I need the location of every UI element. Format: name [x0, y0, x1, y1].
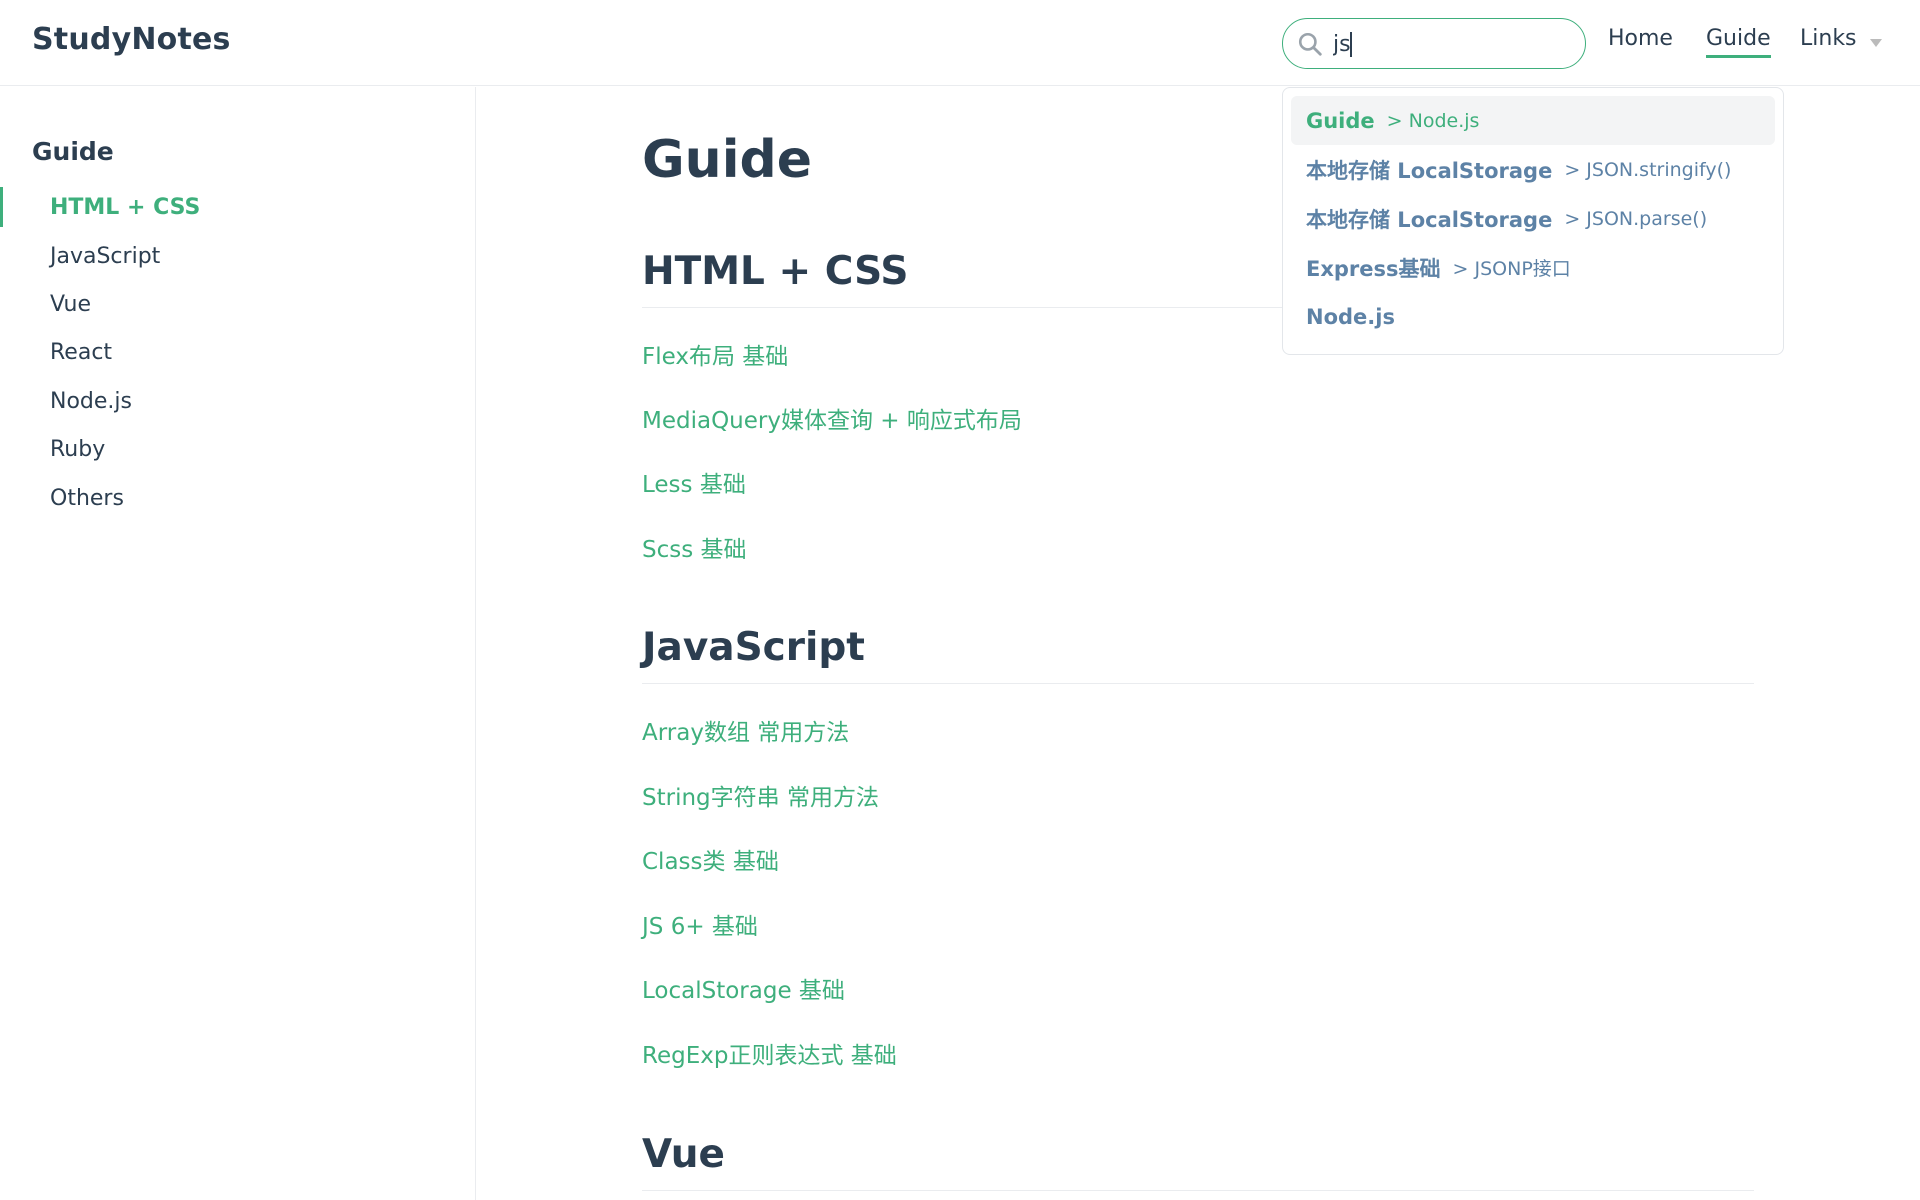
doc-link[interactable]: JS 6+ 基础 — [642, 907, 758, 941]
sidebar-item-html-css[interactable]: HTML + CSS — [0, 187, 475, 227]
doc-link[interactable]: RegExp正则表达式 基础 — [642, 1036, 897, 1070]
suggestion-item[interactable]: Node.js — [1291, 292, 1775, 341]
doc-link[interactable]: Flex布局 基础 — [642, 337, 788, 371]
sidebar-item-javascript[interactable]: JavaScript — [0, 236, 475, 276]
search-suggestions: Guide > Node.js 本地存储 LocalStorage > JSON… — [1282, 87, 1784, 355]
chevron-down-icon[interactable] — [1870, 39, 1882, 47]
suggestion-header: > JSONP接口 — [1452, 258, 1571, 280]
section-heading-vue: Vue — [642, 1131, 1754, 1191]
suggestion-page: Guide — [1306, 108, 1375, 133]
doc-link[interactable]: Less 基础 — [642, 465, 746, 499]
text-cursor — [1349, 32, 1352, 57]
nav-links-dropdown[interactable]: Links — [1800, 26, 1857, 51]
suggestion-page: 本地存储 LocalStorage — [1306, 207, 1553, 232]
sidebar-item-ruby[interactable]: Ruby — [0, 429, 475, 469]
suggestion-item[interactable]: Guide > Node.js — [1291, 96, 1775, 145]
nav-guide-link[interactable]: Guide — [1706, 26, 1771, 58]
navbar: StudyNotes Home Guide Links — [0, 0, 1920, 86]
suggestion-page: Node.js — [1306, 304, 1395, 329]
doc-link[interactable]: Class类 基础 — [642, 842, 779, 876]
doc-link[interactable]: String字符串 常用方法 — [642, 778, 879, 812]
search-icon — [1298, 32, 1322, 56]
doc-link[interactable]: Array数组 常用方法 — [642, 713, 849, 747]
section-heading-javascript: JavaScript — [642, 624, 1754, 684]
page-title: Guide — [642, 130, 813, 190]
search-box[interactable] — [1282, 18, 1586, 69]
doc-link[interactable]: Scss 基础 — [642, 530, 747, 564]
site-name[interactable]: StudyNotes — [32, 22, 231, 57]
sidebar-item-react[interactable]: React — [0, 332, 475, 372]
suggestion-item[interactable]: 本地存储 LocalStorage > JSON.stringify() — [1291, 145, 1775, 194]
suggestion-item[interactable]: 本地存储 LocalStorage > JSON.parse() — [1291, 194, 1775, 243]
sidebar-item-vue[interactable]: Vue — [0, 284, 475, 324]
suggestion-page: 本地存储 LocalStorage — [1306, 158, 1553, 183]
sidebar-item-others[interactable]: Others — [0, 478, 475, 518]
doc-link[interactable]: MediaQuery媒体查询 + 响应式布局 — [642, 401, 1022, 435]
nav-home-link[interactable]: Home — [1608, 26, 1673, 51]
suggestion-header: > JSON.stringify() — [1564, 158, 1732, 181]
suggestion-header: > JSON.parse() — [1564, 207, 1708, 230]
suggestion-item[interactable]: Express基础 > JSONP接口 — [1291, 243, 1775, 292]
suggestion-header: > Node.js — [1386, 109, 1480, 132]
sidebar-heading[interactable]: Guide — [32, 137, 114, 166]
sidebar: Guide HTML + CSS JavaScript Vue React No… — [0, 87, 476, 1200]
suggestion-page: Express基础 — [1306, 256, 1441, 281]
doc-link[interactable]: LocalStorage 基础 — [642, 971, 845, 1005]
sidebar-item-nodejs[interactable]: Node.js — [0, 381, 475, 421]
search-input[interactable] — [1331, 29, 1571, 59]
